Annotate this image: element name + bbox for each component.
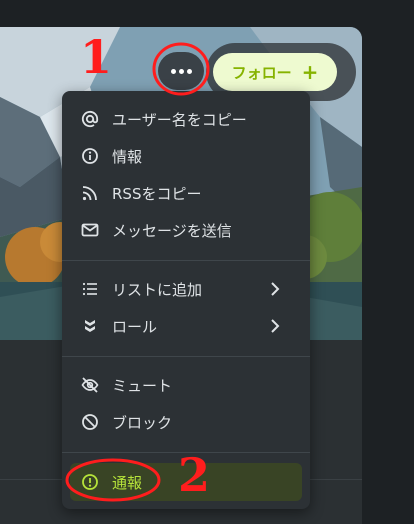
at-sign-icon xyxy=(80,109,100,129)
menu-item-info[interactable]: 情報 xyxy=(70,138,302,174)
dot-icon xyxy=(178,68,184,74)
menu-item-copy-username[interactable]: ユーザー名をコピー xyxy=(70,101,302,137)
menu-item-copy-rss[interactable]: RSSをコピー xyxy=(70,175,302,211)
mail-icon xyxy=(80,220,100,240)
follow-label: フォロー xyxy=(231,63,292,82)
menu-item-label: ユーザー名をコピー xyxy=(112,110,247,129)
alert-circle-icon xyxy=(80,472,100,492)
menu-item-label: RSSをコピー xyxy=(112,184,202,203)
eye-off-icon xyxy=(80,375,100,395)
profile-options-menu: ユーザー名をコピー 情報 RSSをコピー メッセージを送信 リストに追加 ロール xyxy=(62,91,310,509)
chevron-right-icon xyxy=(271,282,280,296)
menu-item-label: メッセージを送信 xyxy=(112,221,232,240)
menu-item-block[interactable]: ブロック xyxy=(70,404,302,440)
follow-button[interactable]: フォロー + xyxy=(213,53,337,91)
menu-item-label: 情報 xyxy=(112,147,143,166)
page-gutter xyxy=(362,0,414,524)
menu-item-label: 通報 xyxy=(112,473,143,492)
menu-item-label: ミュート xyxy=(112,376,173,395)
menu-divider xyxy=(62,356,310,357)
more-options-button[interactable] xyxy=(158,52,204,90)
rss-icon xyxy=(80,183,100,203)
info-icon xyxy=(80,146,100,166)
plus-icon: + xyxy=(301,60,319,84)
annotation-step-1: 1 xyxy=(80,30,113,84)
dot-icon xyxy=(186,68,192,74)
menu-item-roles[interactable]: ロール xyxy=(70,308,302,344)
ban-icon xyxy=(80,412,100,432)
chevron-right-icon xyxy=(271,319,280,333)
menu-divider xyxy=(62,260,310,261)
menu-item-mute[interactable]: ミュート xyxy=(70,367,302,403)
dot-icon xyxy=(170,68,176,74)
menu-item-add-to-list[interactable]: リストに追加 xyxy=(70,271,302,307)
menu-item-label: ロール xyxy=(112,317,158,336)
list-icon xyxy=(80,279,100,299)
menu-item-send-message[interactable]: メッセージを送信 xyxy=(70,212,302,248)
badge-chevrons-icon xyxy=(80,316,100,336)
annotation-step-2: 2 xyxy=(178,448,211,502)
menu-item-label: リストに追加 xyxy=(112,280,203,299)
menu-item-label: ブロック xyxy=(112,413,173,432)
